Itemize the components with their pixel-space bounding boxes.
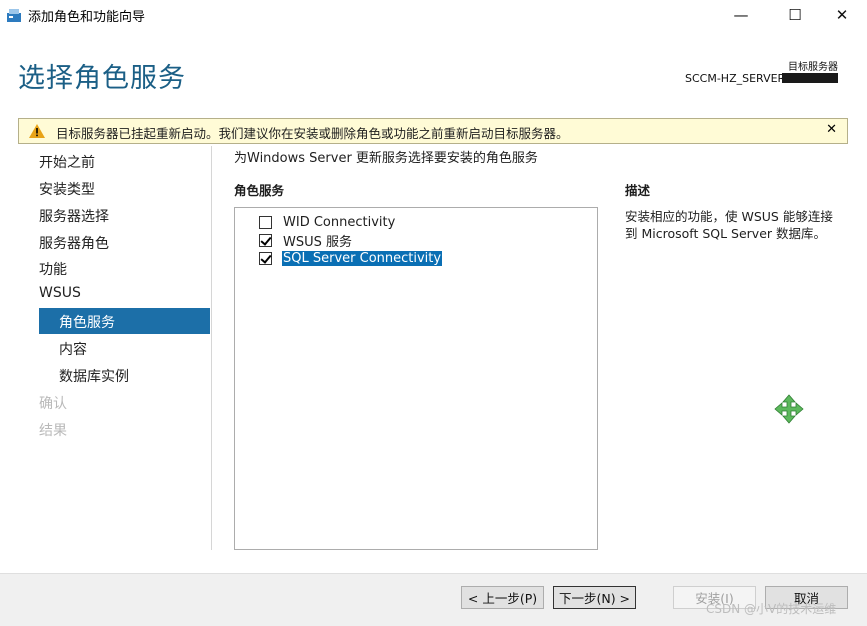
nav-item-role-services[interactable]: 角色服务 bbox=[39, 308, 210, 334]
nav-item-wsus[interactable]: WSUS bbox=[39, 285, 81, 301]
window-title: 添加角色和功能向导 bbox=[28, 10, 146, 25]
minimize-icon: — bbox=[733, 6, 749, 24]
nav-item-content[interactable]: 内容 bbox=[59, 339, 87, 359]
nav-item-confirmation: 确认 bbox=[39, 396, 67, 412]
pending-restart-warning-bar: 目标服务器已挂起重新启动。我们建议你在安装或删除角色或功能之前重新启动目标服务器… bbox=[18, 118, 848, 144]
warning-text: 目标服务器已挂起重新启动。我们建议你在安装或删除角色或功能之前重新启动目标服务器… bbox=[56, 126, 569, 141]
watermark: CSDN @小V的技术运维 bbox=[706, 602, 837, 616]
title-bar: 添加角色和功能向导 — ☐ ✕ bbox=[0, 0, 867, 30]
role-service-item-sql[interactable]: SQL Server Connectivity bbox=[259, 250, 444, 267]
nav-divider bbox=[211, 146, 212, 550]
instruction-text: 为Windows Server 更新服务选择要安装的角色服务 bbox=[234, 151, 538, 166]
nav-item-results: 结果 bbox=[39, 423, 67, 439]
nav-item-server-roles[interactable]: 服务器角色 bbox=[39, 233, 109, 253]
role-services-heading: 角色服务 bbox=[234, 183, 285, 198]
checkbox[interactable] bbox=[259, 216, 272, 229]
warning-close-icon[interactable]: ✕ bbox=[826, 122, 837, 137]
move-cursor-icon bbox=[774, 394, 804, 424]
close-button[interactable]: ✕ bbox=[819, 0, 865, 30]
nav-item-label: 角色服务 bbox=[59, 315, 115, 331]
role-service-label-selected: SQL Server Connectivity bbox=[280, 250, 444, 267]
next-button[interactable]: 下一步(N) > bbox=[553, 586, 636, 609]
target-server-name: SCCM-HZ_SERVER bbox=[685, 72, 786, 85]
page-title: 选择角色服务 bbox=[18, 63, 186, 94]
nav-item-server-selection[interactable]: 服务器选择 bbox=[39, 206, 109, 226]
role-service-item-wid[interactable]: WID Connectivity bbox=[259, 214, 396, 231]
checkbox-checked[interactable] bbox=[259, 234, 272, 247]
nav-item-installation-type[interactable]: 安装类型 bbox=[39, 179, 95, 199]
role-service-label: WSUS 服务 bbox=[283, 235, 353, 250]
warning-icon bbox=[29, 124, 45, 138]
maximize-icon: ☐ bbox=[788, 6, 802, 24]
nav-item-before-you-begin[interactable]: 开始之前 bbox=[39, 152, 95, 172]
checkbox-checked[interactable] bbox=[259, 252, 272, 265]
role-service-item-wsus[interactable]: WSUS 服务 bbox=[259, 232, 353, 250]
close-icon: ✕ bbox=[835, 6, 849, 24]
minimize-button[interactable]: — bbox=[718, 0, 764, 30]
maximize-button[interactable]: ☐ bbox=[772, 0, 818, 30]
role-services-list[interactable]: WID Connectivity WSUS 服务 SQL Server Conn… bbox=[234, 207, 598, 550]
role-service-label: WID Connectivity bbox=[283, 215, 396, 230]
description-heading: 描述 bbox=[625, 183, 651, 198]
server-manager-app-icon bbox=[7, 9, 21, 22]
description-text: 安装相应的功能，使 WSUS 能够连接到 Microsoft SQL Serve… bbox=[625, 209, 833, 241]
previous-button[interactable]: < 上一步(P) bbox=[461, 586, 544, 609]
redaction-block bbox=[782, 73, 838, 83]
nav-item-features[interactable]: 功能 bbox=[39, 259, 67, 279]
target-server-label: 目标服务器 bbox=[788, 62, 838, 73]
nav-item-db-instance[interactable]: 数据库实例 bbox=[59, 366, 129, 386]
